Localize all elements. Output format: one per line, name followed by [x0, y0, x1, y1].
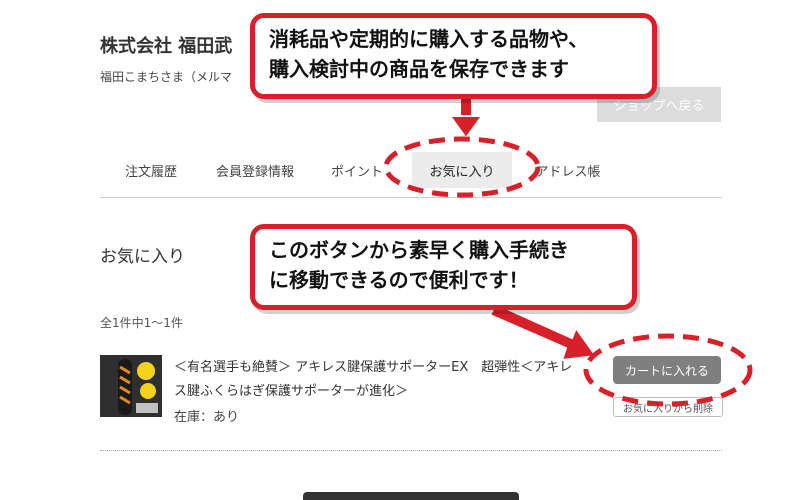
favorites-tab-highlight — [383, 136, 541, 198]
cart-button-highlight — [583, 333, 753, 407]
callout-line: このボタンから素早く購入手続き — [269, 238, 569, 262]
callout-line: 購入検討中の商品を保存できます — [269, 57, 569, 81]
callout-favorites: 消耗品や定期的に購入する品物や、 購入検討中の商品を保存できます — [250, 13, 657, 99]
callout-cart: このボタンから素早く購入手続き に移動できるので便利です！ — [250, 224, 637, 310]
callout-line: 消耗品や定期的に購入する品物や、 — [269, 27, 589, 51]
arrow-diagonal-icon — [488, 302, 598, 362]
callout-line: に移動できるので便利です！ — [269, 268, 529, 292]
